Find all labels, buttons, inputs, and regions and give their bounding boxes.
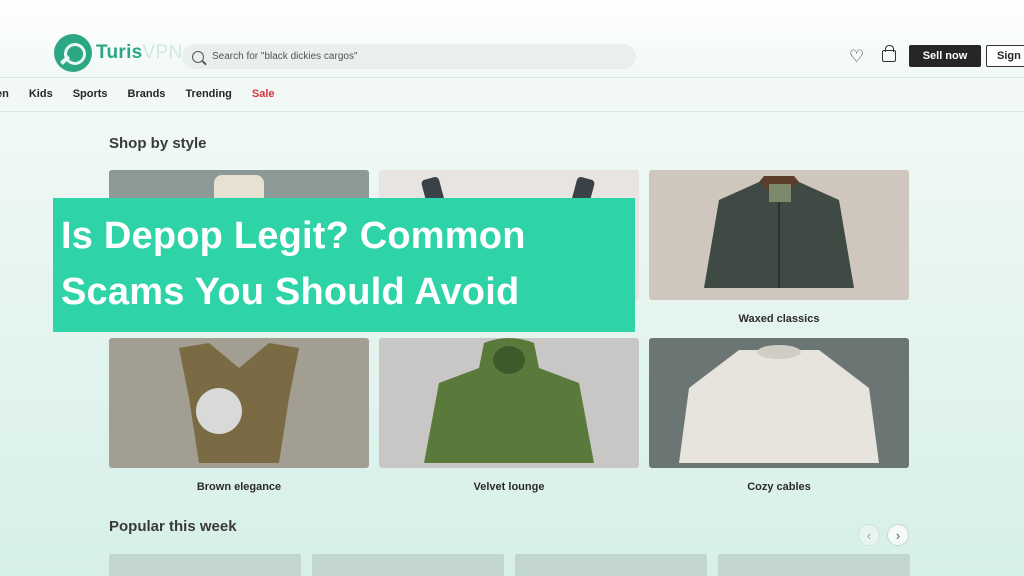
- nav-item-sale[interactable]: Sale: [252, 88, 275, 100]
- logo[interactable]: TurisVPN: [54, 34, 183, 72]
- article-title-banner: Is Depop Legit? Common Scams You Should …: [53, 198, 635, 332]
- nav-item-trending[interactable]: Trending: [185, 88, 231, 100]
- tile-label-cozy-cables: Cozy cables: [747, 481, 811, 493]
- cable-sweater-image: [649, 338, 909, 468]
- popular-card[interactable]: [312, 554, 504, 576]
- search-icon: [192, 50, 204, 63]
- category-nav: en Kids Sports Brands Trending Sale: [0, 88, 295, 100]
- tile-label-brown-elegance: Brown elegance: [196, 481, 282, 493]
- heart-icon[interactable]: ♡: [849, 48, 864, 65]
- sign-in-button[interactable]: Sign: [986, 45, 1024, 67]
- carousel-prev-button[interactable]: ‹: [858, 524, 880, 546]
- logo-mark-icon: [54, 34, 92, 72]
- logo-brand: Turis: [96, 42, 143, 63]
- nav-item-sports[interactable]: Sports: [73, 88, 108, 100]
- popular-card[interactable]: [515, 554, 707, 576]
- carousel-next-button[interactable]: ›: [887, 524, 909, 546]
- tile-label-waxed-classics: Waxed classics: [738, 313, 820, 325]
- search-placeholder: Search for "black dickies cargos": [212, 51, 358, 62]
- bag-icon[interactable]: [882, 45, 896, 62]
- logo-text: TurisVPN: [96, 42, 183, 64]
- style-tile-brown-elegance[interactable]: [109, 338, 369, 468]
- top-bar: TurisVPN Search for "black dickies cargo…: [0, 34, 1024, 78]
- popular-card[interactable]: [109, 554, 301, 576]
- brown-top-image: [109, 338, 369, 468]
- banner-line-2: Scams You Should Avoid: [61, 271, 520, 313]
- popular-card[interactable]: [718, 554, 910, 576]
- banner-line-1: Is Depop Legit? Common: [61, 215, 526, 257]
- logo-suffix: VPN: [142, 42, 183, 63]
- waxed-jacket-image: [649, 170, 909, 300]
- popular-this-week-title: Popular this week: [109, 518, 237, 535]
- velvet-hoodie-image: [379, 338, 639, 468]
- shop-by-style-title: Shop by style: [109, 135, 207, 152]
- sell-now-button[interactable]: Sell now: [909, 45, 981, 67]
- nav-item-kids[interactable]: Kids: [29, 88, 53, 100]
- search-input[interactable]: Search for "black dickies cargos": [182, 44, 636, 69]
- nav-divider: [0, 111, 1024, 112]
- style-tile-velvet-lounge[interactable]: [379, 338, 639, 468]
- style-tile-waxed-classics[interactable]: [649, 170, 909, 300]
- banner-title: Is Depop Legit? Common Scams You Should …: [61, 208, 526, 320]
- nav-item-men[interactable]: en: [0, 88, 9, 100]
- tile-label-velvet-lounge: Velvet lounge: [473, 481, 545, 493]
- style-tile-cozy-cables[interactable]: [649, 338, 909, 468]
- nav-item-brands[interactable]: Brands: [128, 88, 166, 100]
